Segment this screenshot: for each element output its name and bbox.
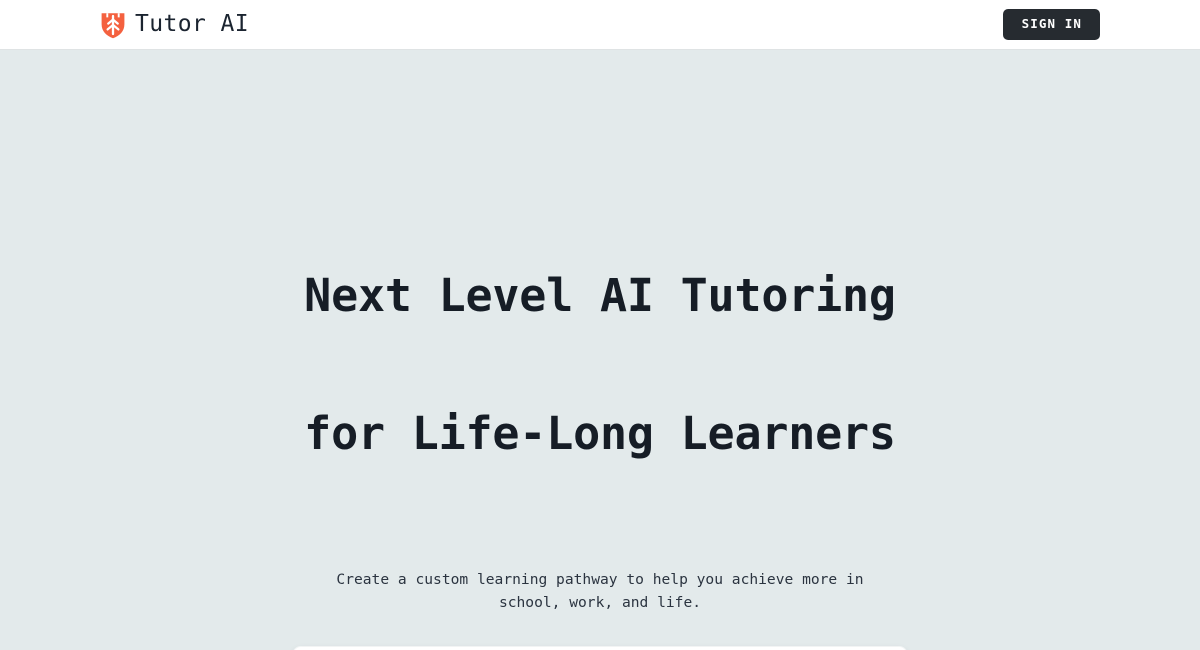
page-root: Tutor AI SIGN IN Next Level AI Tutoring … (0, 0, 1200, 650)
hero-section: Next Level AI Tutoring for Life-Long Lea… (0, 50, 1200, 650)
shield-tree-logo-icon (100, 11, 126, 39)
header-brand-name: Tutor AI (135, 11, 249, 37)
sign-in-button[interactable]: SIGN IN (1002, 9, 1100, 40)
header-brand-logo[interactable]: Tutor AI (100, 11, 249, 39)
page-title: Next Level AI Tutoring for Life-Long Lea… (304, 183, 896, 549)
hero-subtitle: Create a custom learning pathway to help… (336, 571, 864, 611)
site-header: Tutor AI SIGN IN (0, 0, 1200, 50)
hero-title-line-1: Next Level AI Tutoring (304, 269, 896, 322)
hero-title-line-2: for Life-Long Learners (304, 407, 896, 460)
